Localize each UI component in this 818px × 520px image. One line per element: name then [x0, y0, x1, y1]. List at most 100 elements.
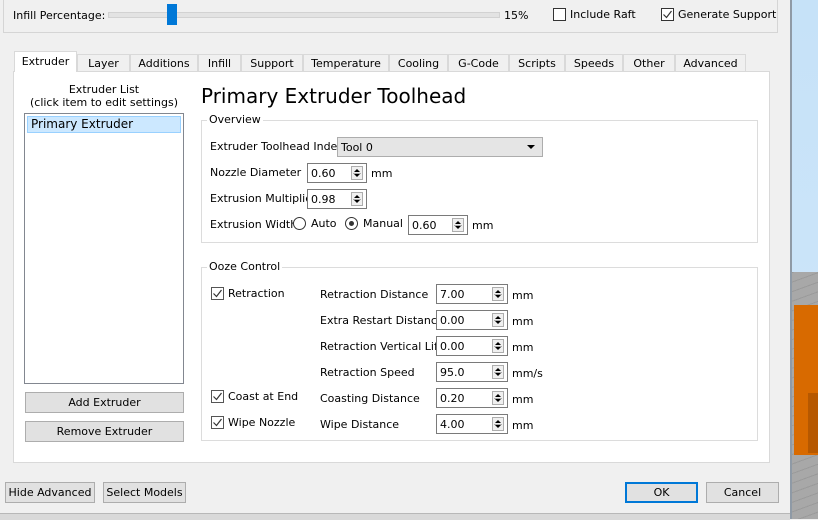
retraction-distance-label: Retraction Distance [320, 288, 429, 301]
tab-support[interactable]: Support [241, 54, 303, 71]
tab-label: G-Code [458, 57, 499, 70]
select-models-button[interactable]: Select Models [103, 482, 186, 503]
checkmark-icon [213, 418, 222, 427]
tab-label: Additions [138, 57, 190, 70]
extruder-list[interactable]: Primary Extruder [24, 113, 184, 384]
extrusion-multiplier-spinbox[interactable]: 0.98 [307, 189, 367, 209]
tab-label: Advanced [683, 57, 738, 70]
spin-arrows-icon[interactable] [492, 287, 504, 301]
extrusion-multiplier-label: Extrusion Multiplier [210, 192, 317, 205]
tab-speeds[interactable]: Speeds [565, 54, 623, 71]
tab-temperature[interactable]: Temperature [303, 54, 389, 71]
coasting-distance-unit: mm [512, 393, 534, 406]
tab-infill[interactable]: Infill [198, 54, 241, 71]
wipe-distance-unit: mm [512, 419, 534, 432]
extra-restart-distance-spinbox[interactable]: 0.00 [436, 310, 508, 330]
chevron-down-icon [527, 145, 535, 149]
include-raft-label: Include Raft [570, 8, 636, 21]
extrusion-width-spinbox[interactable]: 0.60 [408, 215, 468, 235]
tab-label: Extruder [21, 55, 70, 68]
spin-arrows-icon[interactable] [492, 313, 504, 327]
tab-extruder[interactable]: Extruder [14, 51, 77, 72]
wipe-distance-label: Wipe Distance [320, 418, 400, 431]
include-raft-checkbox[interactable] [553, 8, 566, 21]
toolhead-index-value: Tool 0 [341, 141, 373, 154]
nozzle-diameter-spinbox[interactable]: 0.60 [307, 163, 367, 183]
infill-slider-handle[interactable] [167, 4, 178, 25]
coasting-distance-spinbox[interactable]: 0.20 [436, 388, 508, 408]
tab-label: Scripts [518, 57, 556, 70]
retraction-speed-value: 95.0 [440, 366, 465, 379]
extra-restart-distance-value: 0.00 [440, 314, 465, 327]
retraction-speed-unit: mm/s [512, 367, 543, 380]
ooze-control-group-title: Ooze Control [207, 260, 283, 273]
wipe-nozzle-checkbox[interactable] [211, 416, 224, 429]
extrusion-width-label: Extrusion Width [210, 218, 298, 231]
generate-support-label: Generate Support [678, 8, 777, 21]
tab-cooling[interactable]: Cooling [389, 54, 448, 71]
generate-support-checkbox[interactable] [661, 8, 674, 21]
remove-extruder-button[interactable]: Remove Extruder [25, 421, 184, 442]
tab-additions[interactable]: Additions [130, 54, 198, 71]
nozzle-diameter-label: Nozzle Diameter [210, 166, 302, 179]
extruder-list-item[interactable]: Primary Extruder [27, 116, 181, 133]
wipe-nozzle-label: Wipe Nozzle [228, 416, 296, 429]
tab-g-code[interactable]: G-Code [448, 54, 509, 71]
retraction-speed-spinbox[interactable]: 95.0 [436, 362, 508, 382]
coast-at-end-label: Coast at End [228, 390, 299, 403]
tab-advanced[interactable]: Advanced [675, 54, 746, 71]
toolhead-index-label: Extruder Toolhead Index [210, 140, 344, 153]
tab-layer[interactable]: Layer [77, 54, 130, 71]
retraction-vertical-lift-value: 0.00 [440, 340, 465, 353]
checkmark-icon [663, 10, 672, 19]
toolhead-index-dropdown[interactable]: Tool 0 [337, 137, 543, 157]
retraction-vertical-lift-spinbox[interactable]: 0.00 [436, 336, 508, 356]
extrusion-width-auto-radio[interactable] [293, 217, 306, 230]
retraction-checkbox[interactable] [211, 287, 224, 300]
extra-restart-distance-label: Extra Restart Distance [320, 314, 444, 327]
checkmark-icon [213, 392, 222, 401]
tab-label: Cooling [397, 57, 440, 70]
hide-advanced-button[interactable]: Hide Advanced [5, 482, 95, 503]
manual-label: Manual [363, 217, 403, 230]
cancel-button[interactable]: Cancel [706, 482, 779, 503]
retraction-distance-unit: mm [512, 289, 534, 302]
infill-percentage-value: 15% [504, 9, 529, 22]
extruder-list-title: Extruder List [68, 83, 140, 96]
retraction-vertical-lift-unit: mm [512, 341, 534, 354]
checkmark-icon [213, 289, 222, 298]
spin-arrows-icon[interactable] [452, 218, 464, 232]
model-part [794, 305, 818, 455]
retraction-label: Retraction [228, 287, 285, 300]
wipe-distance-spinbox[interactable]: 4.00 [436, 414, 508, 434]
extrusion-multiplier-value: 0.98 [311, 193, 336, 206]
ok-button[interactable]: OK [625, 482, 698, 503]
tab-label: Support [250, 57, 294, 70]
panel-title: Primary Extruder Toolhead [201, 84, 467, 108]
3d-viewport-background [790, 0, 818, 519]
spin-arrows-icon[interactable] [492, 417, 504, 431]
add-extruder-button[interactable]: Add Extruder [25, 392, 184, 413]
spin-arrows-icon[interactable] [492, 365, 504, 379]
tab-label: Other [633, 57, 665, 70]
tab-label: Layer [88, 57, 119, 70]
spin-arrows-icon[interactable] [351, 192, 363, 206]
spin-arrows-icon[interactable] [351, 166, 363, 180]
spin-arrows-icon[interactable] [492, 339, 504, 353]
spin-arrows-icon[interactable] [492, 391, 504, 405]
coasting-distance-label: Coasting Distance [320, 392, 420, 405]
extrusion-width-manual-radio[interactable] [345, 217, 358, 230]
coast-at-end-checkbox[interactable] [211, 390, 224, 403]
nozzle-diameter-unit: mm [371, 167, 393, 180]
retraction-vertical-lift-label: Retraction Vertical Lift [320, 340, 442, 353]
tab-other[interactable]: Other [623, 54, 675, 71]
coasting-distance-value: 0.20 [440, 392, 465, 405]
extra-restart-distance-unit: mm [512, 315, 534, 328]
extrusion-width-value: 0.60 [412, 219, 437, 232]
tab-scripts[interactable]: Scripts [509, 54, 565, 71]
wipe-distance-value: 4.00 [440, 418, 465, 431]
retraction-speed-label: Retraction Speed [320, 366, 415, 379]
extrusion-width-unit: mm [472, 219, 494, 232]
tab-label: Speeds [573, 57, 615, 70]
retraction-distance-spinbox[interactable]: 7.00 [436, 284, 508, 304]
